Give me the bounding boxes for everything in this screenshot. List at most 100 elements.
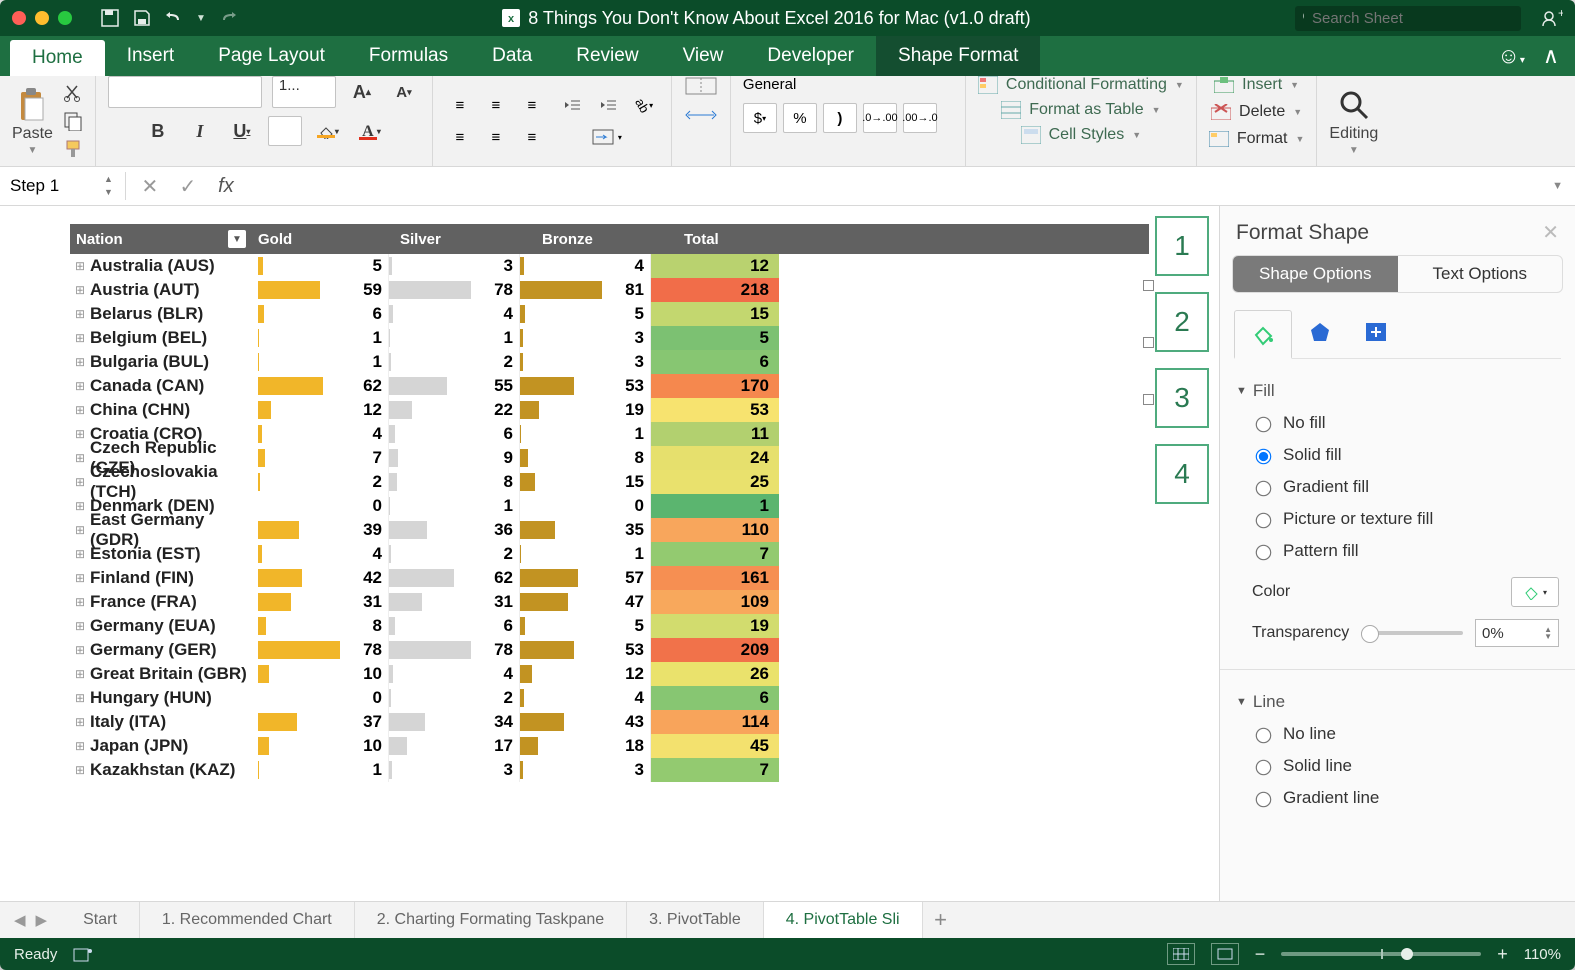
decrease-decimal-button[interactable]: .00→.0: [903, 103, 937, 133]
resize-handle[interactable]: [1143, 394, 1154, 405]
formula-input[interactable]: [250, 172, 1542, 200]
table-row[interactable]: ⊞Czechoslovakia (TCH)281525: [70, 470, 1149, 494]
tab-insert[interactable]: Insert: [105, 36, 197, 76]
expand-icon[interactable]: ⊞: [70, 763, 90, 777]
col-gold[interactable]: Gold: [252, 224, 394, 254]
undo-dropdown[interactable]: ▼: [196, 13, 206, 24]
increase-decimal-button[interactable]: .0→.00: [863, 103, 897, 133]
expand-icon[interactable]: ⊞: [70, 307, 90, 321]
increase-font-icon[interactable]: A▴: [346, 78, 378, 106]
format-cells-button[interactable]: Format▼: [1209, 130, 1305, 148]
fullscreen-window[interactable]: [58, 11, 72, 25]
expand-icon[interactable]: ⊞: [70, 667, 90, 681]
merge-group[interactable]: [672, 76, 731, 166]
slicer-shape-1[interactable]: 1: [1155, 216, 1209, 276]
expand-icon[interactable]: ⊞: [70, 427, 90, 441]
conditional-formatting-button[interactable]: Conditional Formatting▼: [978, 76, 1184, 94]
font-color-button[interactable]: A ▾: [354, 117, 386, 145]
accept-formula-icon[interactable]: ✓: [174, 174, 202, 199]
expand-icon[interactable]: ⊞: [70, 283, 90, 297]
copy-icon[interactable]: [63, 111, 83, 131]
tab-shape-options[interactable]: Shape Options: [1233, 256, 1398, 292]
align-right-icon[interactable]: ≡: [517, 124, 547, 150]
expand-icon[interactable]: ⊞: [70, 331, 90, 345]
fill-option[interactable]: Gradient fill: [1236, 471, 1559, 503]
line-option[interactable]: Solid line: [1236, 750, 1559, 782]
border-selector[interactable]: [268, 116, 302, 146]
zoom-level[interactable]: 110%: [1524, 946, 1561, 963]
expand-icon[interactable]: ⊞: [70, 475, 90, 489]
font-family-selector[interactable]: [108, 76, 262, 108]
table-row[interactable]: ⊞Finland (FIN)426257161: [70, 566, 1149, 590]
namebox-up[interactable]: ▲: [102, 173, 115, 186]
table-row[interactable]: ⊞Great Britain (GBR)1041226: [70, 662, 1149, 686]
format-as-table-button[interactable]: Format as Table▼: [1001, 101, 1160, 119]
expand-formula-bar[interactable]: ▼: [1552, 180, 1569, 192]
sheet-nav[interactable]: ◀▶: [0, 911, 61, 929]
undo-icon[interactable]: [164, 8, 184, 28]
emoji-icon[interactable]: ☺▾: [1497, 43, 1525, 69]
fill-option[interactable]: Solid fill: [1236, 439, 1559, 471]
sheet-tab[interactable]: 3. PivotTable: [627, 902, 764, 938]
increase-indent-icon[interactable]: [593, 92, 623, 118]
search-input[interactable]: [1310, 9, 1513, 28]
expand-icon[interactable]: ⊞: [70, 739, 90, 753]
tab-view[interactable]: View: [661, 36, 746, 76]
search-sheet[interactable]: [1295, 6, 1521, 31]
table-row[interactable]: ⊞Japan (JPN)10171845: [70, 734, 1149, 758]
expand-icon[interactable]: ⊞: [70, 259, 90, 273]
line-accordion[interactable]: ▼Line: [1236, 686, 1559, 718]
namebox-down[interactable]: ▼: [102, 186, 115, 199]
tab-data[interactable]: Data: [470, 36, 554, 76]
table-row[interactable]: ⊞Italy (ITA)373443114: [70, 710, 1149, 734]
align-left-icon[interactable]: ≡: [445, 124, 475, 150]
table-row[interactable]: ⊞East Germany (GDR)393635110: [70, 518, 1149, 542]
delete-cells-button[interactable]: Delete▼: [1211, 103, 1302, 121]
expand-icon[interactable]: ⊞: [70, 715, 90, 729]
col-nation[interactable]: Nation▼: [70, 224, 252, 254]
table-row[interactable]: ⊞Estonia (EST)4217: [70, 542, 1149, 566]
fill-option[interactable]: Picture or texture fill: [1236, 503, 1559, 535]
expand-icon[interactable]: ⊞: [70, 523, 90, 537]
sheet-tab[interactable]: 2. Charting Formating Taskpane: [355, 902, 627, 938]
zoom-in-icon[interactable]: +: [1497, 944, 1508, 965]
slicer-shape-2[interactable]: 2: [1155, 292, 1209, 352]
cut-icon[interactable]: [63, 83, 83, 103]
fill-color-selector[interactable]: ▾: [1511, 577, 1559, 607]
transparency-input[interactable]: 0%▲▼: [1475, 619, 1559, 647]
size-tab[interactable]: [1348, 309, 1404, 355]
expand-icon[interactable]: ⊞: [70, 499, 90, 513]
align-center-icon[interactable]: ≡: [481, 124, 511, 150]
redo-icon[interactable]: [218, 8, 238, 28]
currency-button[interactable]: $▾: [743, 103, 777, 133]
slicer-shape-4[interactable]: 4: [1155, 444, 1209, 504]
underline-button[interactable]: U ▾: [226, 117, 258, 145]
paste-button[interactable]: Paste ▼: [12, 87, 53, 156]
fill-option[interactable]: Pattern fill: [1236, 535, 1559, 567]
font-size-selector[interactable]: 1...: [272, 76, 336, 108]
sheet-tab[interactable]: 1. Recommended Chart: [140, 902, 355, 938]
wrap-text-icon[interactable]: ▾: [557, 124, 657, 150]
resize-handle[interactable]: [1143, 280, 1154, 291]
save-icon[interactable]: [132, 8, 152, 28]
normal-view-icon[interactable]: [1167, 943, 1195, 965]
tab-shape-format[interactable]: Shape Format: [876, 36, 1040, 76]
zoom-slider[interactable]: [1281, 952, 1481, 956]
expand-icon[interactable]: ⊞: [70, 595, 90, 609]
tab-text-options[interactable]: Text Options: [1398, 256, 1563, 292]
expand-icon[interactable]: ⊞: [70, 643, 90, 657]
tab-formulas[interactable]: Formulas: [347, 36, 470, 76]
table-row[interactable]: ⊞Belarus (BLR)64515: [70, 302, 1149, 326]
col-bronze[interactable]: Bronze: [536, 224, 678, 254]
slicer-shape-3[interactable]: 3: [1155, 368, 1209, 428]
tab-page-layout[interactable]: Page Layout: [196, 36, 347, 76]
insert-cells-button[interactable]: Insert▼: [1214, 76, 1299, 94]
table-row[interactable]: ⊞Kazakhstan (KAZ)1337: [70, 758, 1149, 782]
fx-icon[interactable]: fx: [212, 175, 240, 198]
autosave-icon[interactable]: [100, 8, 120, 28]
expand-icon[interactable]: ⊞: [70, 547, 90, 561]
number-format-selector[interactable]: General: [743, 76, 953, 93]
table-row[interactable]: ⊞Belgium (BEL)1135: [70, 326, 1149, 350]
align-top-icon[interactable]: ≡: [445, 92, 475, 118]
tab-home[interactable]: Home: [10, 40, 105, 76]
